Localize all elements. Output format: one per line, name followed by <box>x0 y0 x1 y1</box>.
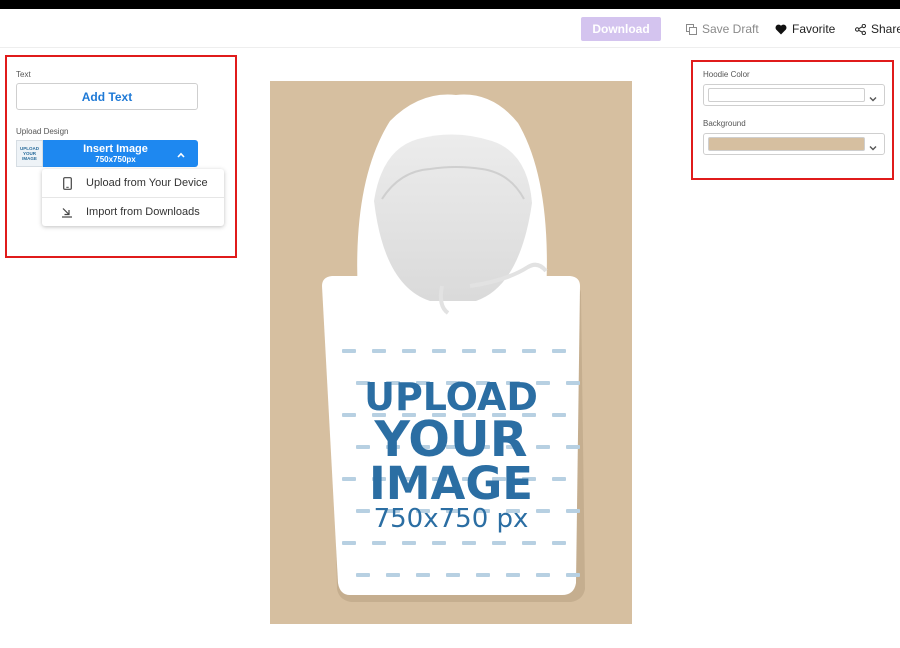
chevron-down-icon <box>868 91 878 109</box>
heart-icon <box>775 24 787 35</box>
share-icon <box>855 23 866 35</box>
insert-image-button[interactable]: Insert Image 750x750px <box>43 140 198 167</box>
hoodie-color-label: Hoodie Color <box>703 70 750 79</box>
background-color-swatch <box>708 137 865 151</box>
mockup-canvas[interactable]: UPLOAD YOUR IMAGE 750x750 px <box>270 81 632 624</box>
share-button[interactable]: Share <box>855 21 900 37</box>
add-text-button[interactable]: Add Text <box>16 83 198 110</box>
design-thumbnail: UPLOAD YOUR IMAGE <box>16 140 43 167</box>
upload-from-device-item[interactable]: Upload from Your Device <box>42 169 224 197</box>
insert-image-control[interactable]: UPLOAD YOUR IMAGE Insert Image 750x750px <box>16 140 198 167</box>
import-from-downloads-item[interactable]: Import from Downloads <box>42 198 224 226</box>
copy-icon <box>686 23 697 35</box>
background-label: Background <box>703 119 746 128</box>
phone-icon <box>60 176 74 190</box>
upload-design-label: Upload Design <box>16 127 69 136</box>
save-draft-button[interactable]: Save Draft <box>686 21 759 37</box>
download-arrow-icon <box>60 207 74 218</box>
download-button[interactable]: Download <box>581 17 661 41</box>
top-black-bar <box>0 0 900 9</box>
placeholder-line-size: 750x750 px <box>373 504 529 534</box>
placeholder-line-image: IMAGE <box>368 457 534 510</box>
editor-header: Download Save Draft Favorite Share <box>0 9 900 48</box>
text-section-label: Text <box>16 70 31 79</box>
insert-image-label: Insert Image <box>83 143 148 155</box>
hoodie-color-swatch <box>708 88 865 102</box>
thumb-line: IMAGE <box>22 156 37 161</box>
favorite-button[interactable]: Favorite <box>775 21 835 37</box>
insert-image-dropdown: Upload from Your Device Import from Down… <box>42 169 224 226</box>
upload-placeholder-text: UPLOAD YOUR IMAGE 750x750 px <box>270 81 632 624</box>
share-label: Share <box>871 22 900 36</box>
insert-image-size: 750x750px <box>95 155 136 164</box>
save-draft-label: Save Draft <box>702 22 759 36</box>
upload-from-device-label: Upload from Your Device <box>86 177 208 189</box>
chevron-down-icon <box>868 140 878 158</box>
hoodie-color-select[interactable] <box>703 84 885 106</box>
background-select[interactable] <box>703 133 885 155</box>
chevron-up-icon <box>176 147 186 165</box>
import-from-downloads-label: Import from Downloads <box>86 206 200 218</box>
favorite-label: Favorite <box>792 22 836 36</box>
